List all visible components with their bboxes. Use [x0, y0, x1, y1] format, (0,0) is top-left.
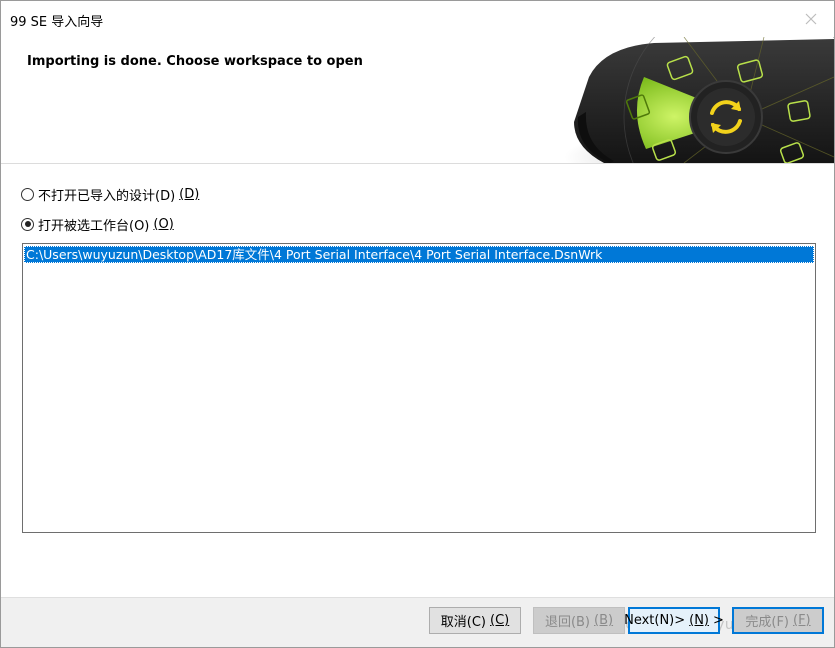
wizard-footer: https://blog.csdn.net/wuyuzun 取消(C) (C) … [1, 597, 834, 647]
close-icon [805, 13, 817, 25]
import-hero-graphic [564, 37, 834, 163]
back-button-label: 退回(B) [544, 615, 590, 630]
radio-open-selected[interactable]: 打开被选工作台(O) (O) [21, 215, 174, 234]
workspace-listbox[interactable]: C:\Users\wuyuzun\Desktop\AD17库文件\4 Port … [22, 243, 816, 533]
radio-dont-open[interactable]: 不打开已导入的设计(D) (D) [21, 185, 200, 204]
finish-button-mnemonic: (F) [793, 613, 811, 628]
radio-open-selected-mnemonic: (O) [153, 216, 174, 232]
next-button[interactable]: Next(N)> (N) > [624, 607, 724, 634]
cancel-button-mnemonic: (C) [490, 613, 510, 628]
radio-open-selected-label: 打开被选工作台(O) [38, 218, 150, 234]
window-title: 99 SE 导入向导 [10, 15, 104, 30]
wizard-header: Importing is done. Choose workspace to o… [1, 37, 834, 164]
radio-dont-open-mnemonic: (D) [179, 186, 200, 202]
next-button-suffix: > [713, 613, 724, 628]
finish-button[interactable]: 完成(F) (F) [732, 607, 824, 634]
radio-dont-open-label: 不打开已导入的设计(D) [38, 188, 176, 204]
list-item[interactable]: C:\Users\wuyuzun\Desktop\AD17库文件\4 Port … [24, 246, 814, 263]
next-button-label: Next(N)> [624, 613, 686, 628]
back-button-mnemonic: (B) [594, 613, 614, 628]
radio-dont-open-circle[interactable] [21, 187, 34, 201]
import-wizard-window: 99 SE 导入向导 Importing is done. Choose wor… [0, 0, 835, 648]
sync-button-graphic [697, 88, 755, 146]
close-button[interactable] [788, 1, 834, 37]
back-button[interactable]: 退回(B) (B) [533, 607, 625, 634]
cancel-button[interactable]: 取消(C) (C) [429, 607, 521, 634]
title-bar[interactable]: 99 SE 导入向导 [1, 1, 834, 37]
finish-button-label: 完成(F) [745, 615, 789, 630]
next-button-mnemonic: (N) [689, 613, 710, 628]
cancel-button-label: 取消(C) [440, 615, 486, 630]
radio-open-selected-circle[interactable] [21, 217, 34, 231]
header-title: Importing is done. Choose workspace to o… [27, 54, 363, 69]
